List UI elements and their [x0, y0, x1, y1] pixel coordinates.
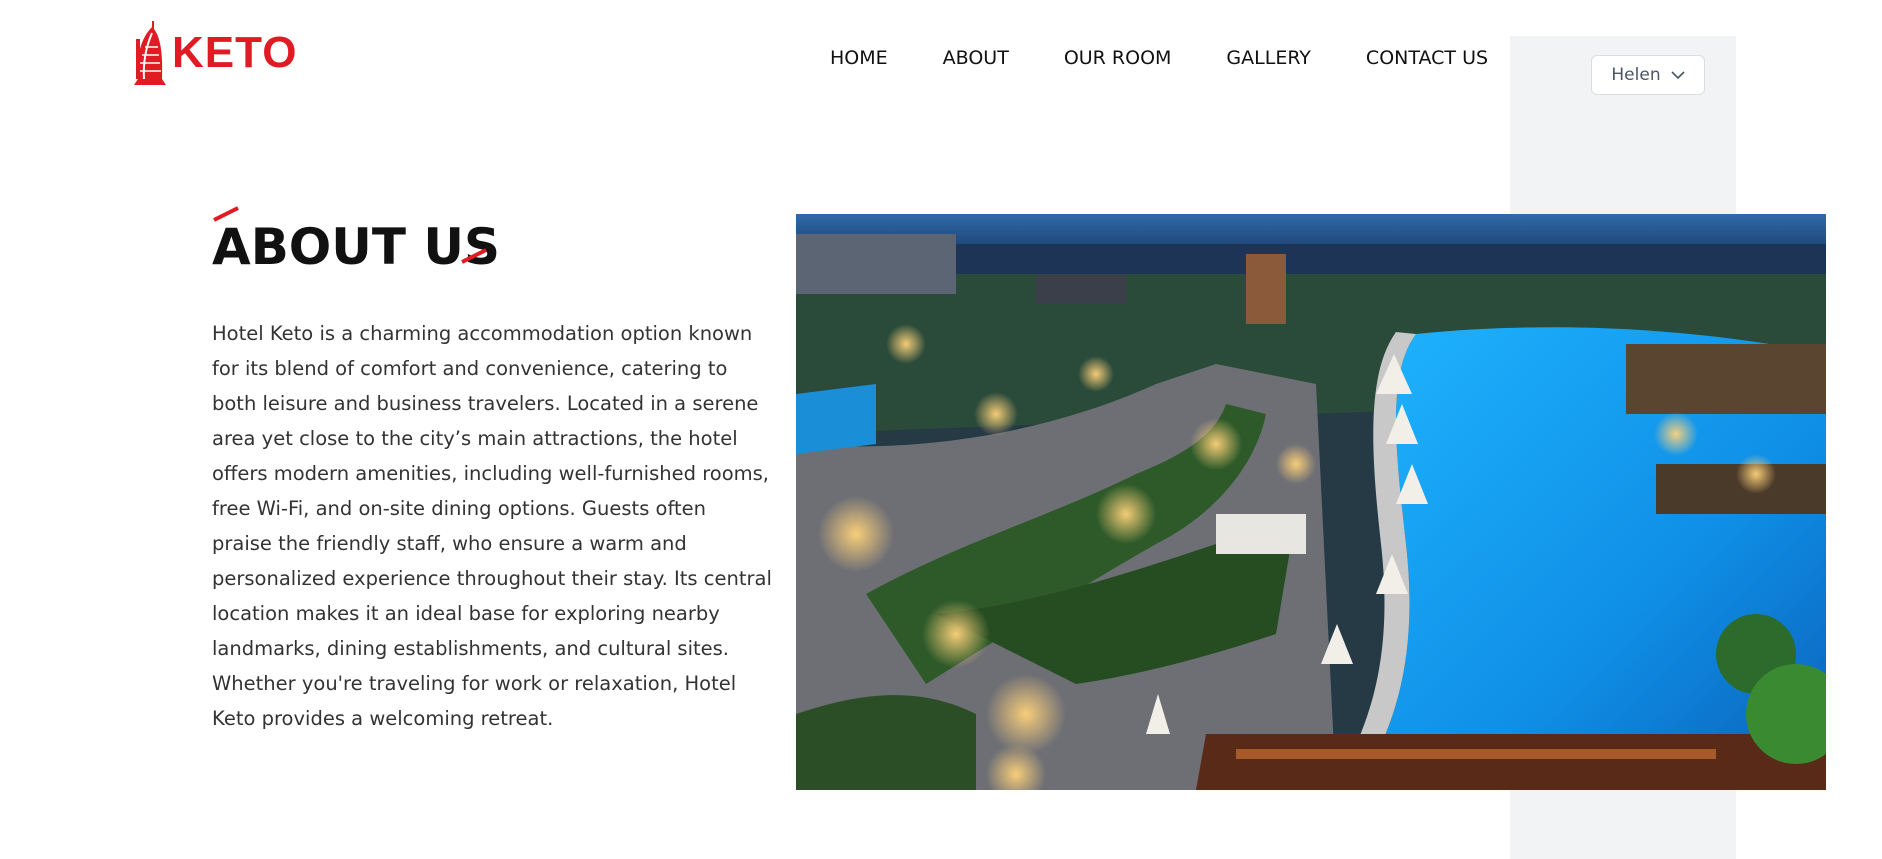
nav-gallery[interactable]: GALLERY [1226, 46, 1311, 70]
chevron-down-icon [1671, 71, 1685, 80]
nav-our-room[interactable]: OUR ROOM [1064, 46, 1172, 70]
accent-slash-icon [461, 248, 487, 264]
tower-logo-icon [134, 21, 166, 85]
main-nav: HOME ABOUT OUR ROOM GALLERY CONTACT US [830, 46, 1488, 70]
about-heading: ABOUT US [212, 206, 512, 276]
nav-home[interactable]: HOME [830, 46, 888, 70]
about-description: Hotel Keto is a charming accommodation o… [212, 322, 772, 730]
user-name: Helen [1611, 65, 1661, 85]
user-menu-button[interactable]: Helen [1591, 55, 1705, 95]
logo-text: KETO [172, 28, 298, 77]
logo[interactable]: KETO [130, 18, 300, 88]
nav-about[interactable]: ABOUT [943, 46, 1009, 70]
resort-pool-photo [796, 214, 1826, 790]
page: KETO HOME ABOUT OUR ROOM GALLERY CONTACT… [0, 0, 1882, 859]
nav-contact-us[interactable]: CONTACT US [1366, 46, 1488, 70]
page-title: ABOUT US [212, 218, 501, 276]
